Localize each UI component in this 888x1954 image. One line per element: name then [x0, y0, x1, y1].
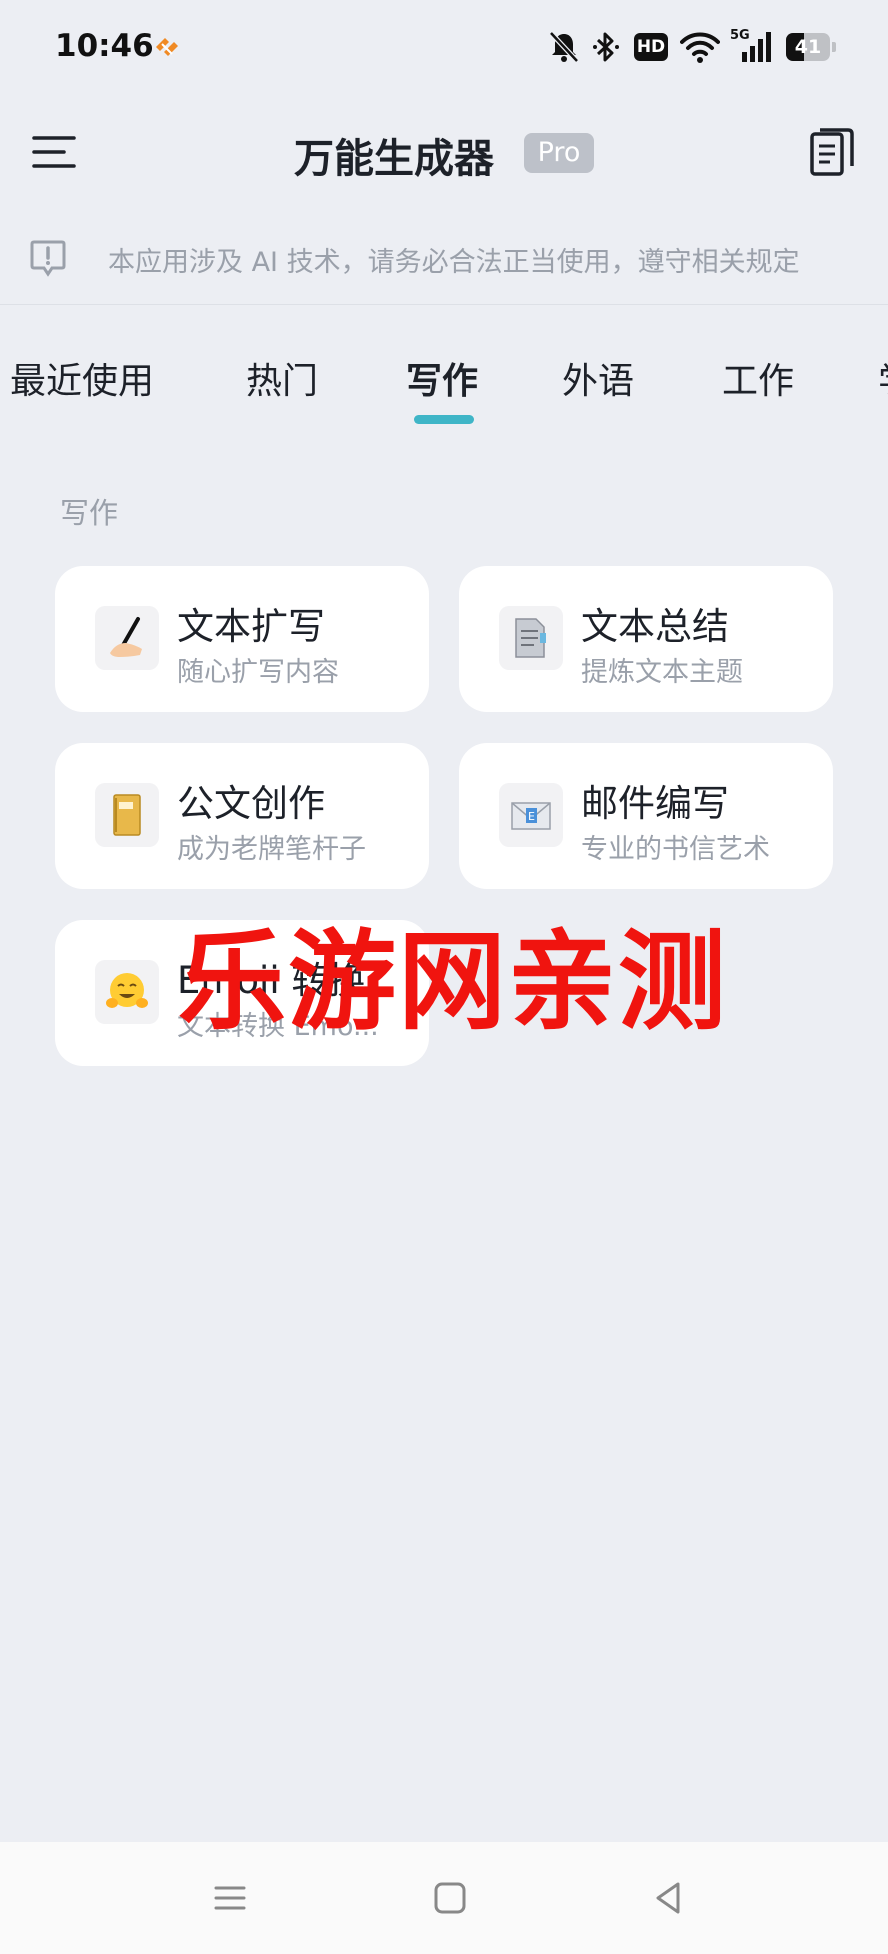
hd-badge: HD: [634, 33, 668, 61]
card-title: 邮件编写: [581, 782, 729, 825]
card-title: 公文创作: [177, 782, 325, 825]
status-bar: 10:46 HD 5G 41: [0, 0, 888, 100]
writing-hand-icon: [95, 606, 159, 670]
system-nav-bar: [0, 1842, 888, 1954]
card-subtitle: 成为老牌笔杆子: [177, 834, 366, 865]
notice-text: 本应用涉及 AI 技术，请务必合法正当使用，遵守相关规定: [108, 247, 800, 278]
mute-bell-icon: [549, 31, 579, 63]
history-icon[interactable]: [808, 126, 856, 178]
wifi-icon: [680, 32, 720, 63]
tab-foreign-language[interactable]: 外语: [562, 352, 634, 404]
watermark-text: 乐游网亲测: [178, 920, 729, 1045]
signal-icon: [742, 32, 771, 62]
document-icon: [499, 606, 563, 670]
hugging-face-icon: [95, 960, 159, 1024]
card-subtitle: 专业的书信艺术: [581, 834, 770, 865]
menu-icon[interactable]: [30, 128, 78, 176]
status-time: 10:46: [55, 28, 154, 64]
home-icon[interactable]: [430, 1878, 470, 1918]
category-tabs: 最近使用 热门 写作 外语 工作 学: [0, 340, 888, 430]
back-icon[interactable]: [648, 1878, 688, 1918]
tool-card-email-writing[interactable]: E 邮件编写 专业的书信艺术: [459, 743, 833, 889]
page-title: 万能生成器: [294, 136, 494, 182]
tab-writing[interactable]: 写作: [406, 352, 478, 404]
card-subtitle: 随心扩写内容: [177, 657, 339, 688]
tool-card-text-expand[interactable]: 文本扩写 随心扩写内容: [55, 566, 429, 712]
tab-recent[interactable]: 最近使用: [10, 352, 154, 404]
pro-badge[interactable]: Pro: [524, 133, 594, 173]
svg-text:E: E: [528, 810, 535, 823]
tab-hot[interactable]: 热门: [246, 352, 318, 404]
notebook-icon: [95, 783, 159, 847]
card-title: 文本总结: [581, 605, 729, 648]
card-title: 文本扩写: [177, 605, 325, 648]
notice-icon: [30, 240, 66, 277]
battery-icon: 41: [786, 33, 836, 61]
app-badge-icon: [156, 38, 178, 56]
recents-icon[interactable]: [210, 1878, 250, 1918]
tool-card-text-summary[interactable]: 文本总结 提炼文本主题: [459, 566, 833, 712]
bluetooth-icon: [593, 32, 619, 62]
card-subtitle: 提炼文本主题: [581, 657, 743, 688]
tool-card-official-document[interactable]: 公文创作 成为老牌笔杆子: [55, 743, 429, 889]
section-title: 写作: [60, 496, 119, 530]
envelope-icon: E: [499, 783, 563, 847]
battery-level: 41: [794, 36, 822, 58]
tab-work[interactable]: 工作: [722, 352, 794, 404]
ai-notice-bar: 本应用涉及 AI 技术，请务必合法正当使用，遵守相关规定: [0, 224, 888, 305]
active-tab-indicator: [414, 415, 474, 424]
tab-study[interactable]: 学: [878, 352, 888, 404]
